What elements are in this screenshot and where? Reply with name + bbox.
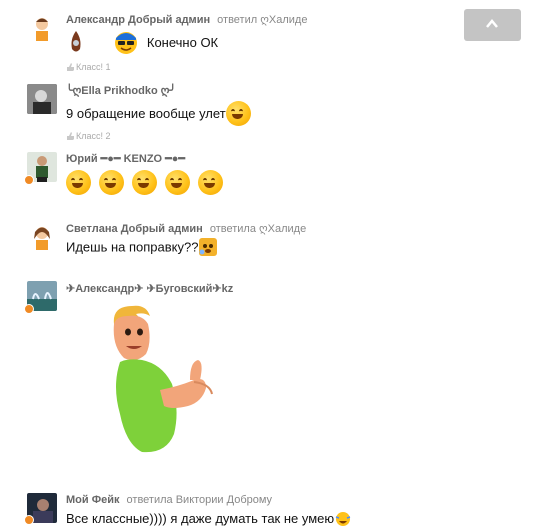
- laughing-emoji-icon: [335, 511, 351, 526]
- comment-action: ответила: [209, 223, 256, 235]
- chevron-up-icon: [486, 19, 498, 28]
- smiling-emoji-icon: [225, 101, 251, 126]
- avatar[interactable]: [27, 14, 57, 44]
- scroll-to-top-button[interactable]: [464, 9, 521, 41]
- comment-text: Конечно ОК: [146, 34, 219, 50]
- thumbs-up-sticker: [113, 305, 213, 453]
- reply-target[interactable]: ღХалиде: [260, 14, 307, 26]
- reply-target[interactable]: ღХалиде: [259, 223, 306, 235]
- comment-author[interactable]: Мой Фейк: [66, 494, 119, 506]
- online-indicator: [24, 304, 34, 314]
- cool-emoji-icon: [115, 32, 138, 54]
- reply-target[interactable]: Виктории Доброму: [176, 494, 272, 506]
- sticker-icon: [71, 31, 81, 52]
- thinking-emoji-icon: [199, 238, 218, 256]
- comment-author[interactable]: Светлана Добрый админ: [66, 223, 203, 235]
- comment-author[interactable]: Юрий ━●━ KENZO ━●━: [66, 153, 185, 165]
- online-indicator: [24, 515, 34, 525]
- comment-text: 9 обращение вообще улет: [66, 106, 226, 121]
- thumb-up-icon: [67, 132, 74, 140]
- avatar[interactable]: [27, 223, 57, 253]
- smiling-emoji-icon: [99, 170, 124, 195]
- comment-author[interactable]: Александр Добрый админ: [66, 14, 210, 26]
- comment-action: ответила: [126, 494, 173, 506]
- likes-count[interactable]: Класс! 1: [66, 62, 111, 72]
- comment-author[interactable]: ╰ღElla Prikhodko ღ╯: [66, 85, 176, 97]
- smiling-emoji-icon: [165, 170, 190, 195]
- smiling-emoji-icon: [198, 170, 223, 195]
- avatar[interactable]: [27, 84, 57, 114]
- comment-action: ответил: [217, 14, 258, 26]
- thumb-up-icon: [67, 63, 74, 71]
- likes-count[interactable]: Класс! 2: [66, 131, 111, 141]
- smiling-emoji-icon: [66, 170, 91, 195]
- comment-text: Идешь на поправку??: [66, 239, 199, 255]
- online-indicator: [24, 175, 34, 185]
- smiling-emoji-icon: [132, 170, 157, 195]
- comment-text: Все классные)))) я даже думать так не ум…: [66, 511, 335, 527]
- comment-emoji-row: [66, 170, 223, 198]
- comment-author[interactable]: ✈Александр✈ ✈Буговский✈kz: [66, 283, 233, 295]
